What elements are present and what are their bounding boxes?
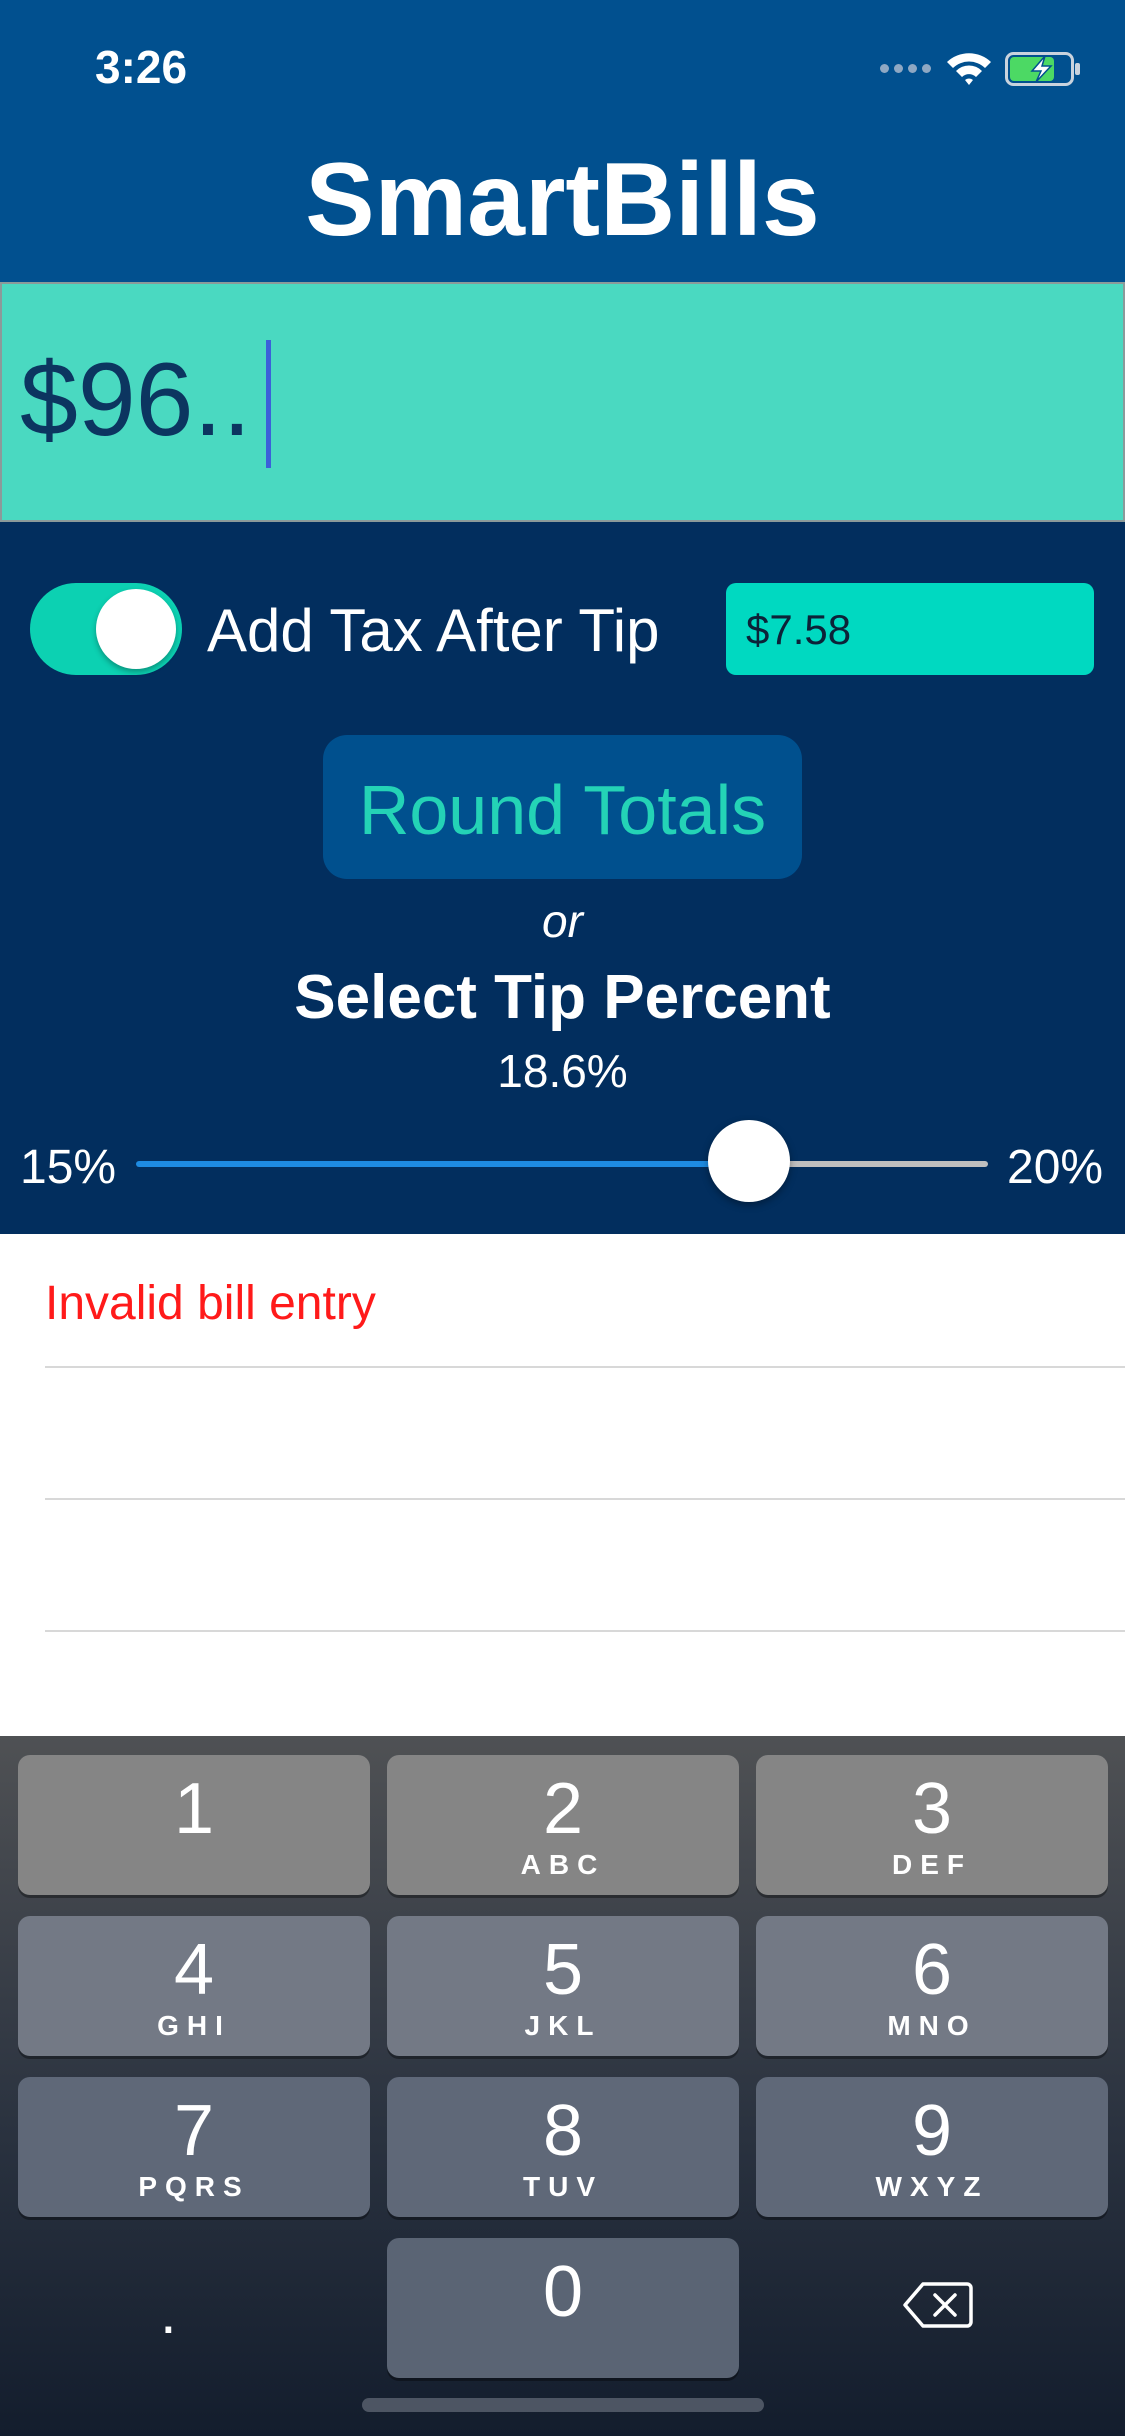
- list-divider: [45, 1366, 1125, 1368]
- key-3[interactable]: 3 DEF: [756, 1755, 1108, 1895]
- tip-percent-heading: Select Tip Percent: [294, 963, 831, 1032]
- tip-percent-value: 18.6%: [497, 1045, 628, 1097]
- round-totals-label: Round Totals: [358, 771, 767, 849]
- cellular-signal-icon: [880, 64, 932, 74]
- tip-slider-thumb[interactable]: [708, 1120, 791, 1202]
- toggle-knob[interactable]: [96, 589, 176, 669]
- tax-after-tip-label: Add Tax After Tip: [207, 597, 660, 664]
- key-9[interactable]: 9 WXYZ: [756, 2077, 1108, 2217]
- text-caret: [266, 340, 271, 468]
- key-2[interactable]: 2 ABC: [387, 1755, 739, 1895]
- key-6[interactable]: 6 MNO: [756, 1916, 1108, 2056]
- key-0[interactable]: 0: [387, 2238, 739, 2378]
- key-5[interactable]: 5 JKL: [387, 1916, 739, 2056]
- list-divider: [45, 1630, 1125, 1632]
- tax-amount-value: $7.58: [746, 606, 852, 653]
- battery-charging-icon: [1005, 52, 1080, 86]
- bill-input-value: $96..: [20, 342, 252, 458]
- slider-min-label: 15%: [20, 1141, 117, 1194]
- key-decimal[interactable]: .: [160, 2278, 177, 2347]
- or-text: or: [542, 895, 583, 947]
- home-indicator: [362, 2398, 764, 2412]
- app-title: SmartBills: [305, 142, 820, 258]
- list-divider: [45, 1498, 1125, 1500]
- slider-track-filled[interactable]: [136, 1161, 750, 1167]
- backspace-icon[interactable]: [903, 2280, 973, 2330]
- error-message: Invalid bill entry: [45, 1277, 376, 1330]
- slider-max-label: 20%: [1007, 1141, 1104, 1194]
- key-8[interactable]: 8 TUV: [387, 2077, 739, 2217]
- key-1[interactable]: 1: [18, 1755, 370, 1895]
- key-4[interactable]: 4 GHI: [18, 1916, 370, 2056]
- wifi-icon: [947, 53, 991, 85]
- status-time: 3:26: [95, 41, 188, 93]
- key-7[interactable]: 7 PQRS: [18, 2077, 370, 2217]
